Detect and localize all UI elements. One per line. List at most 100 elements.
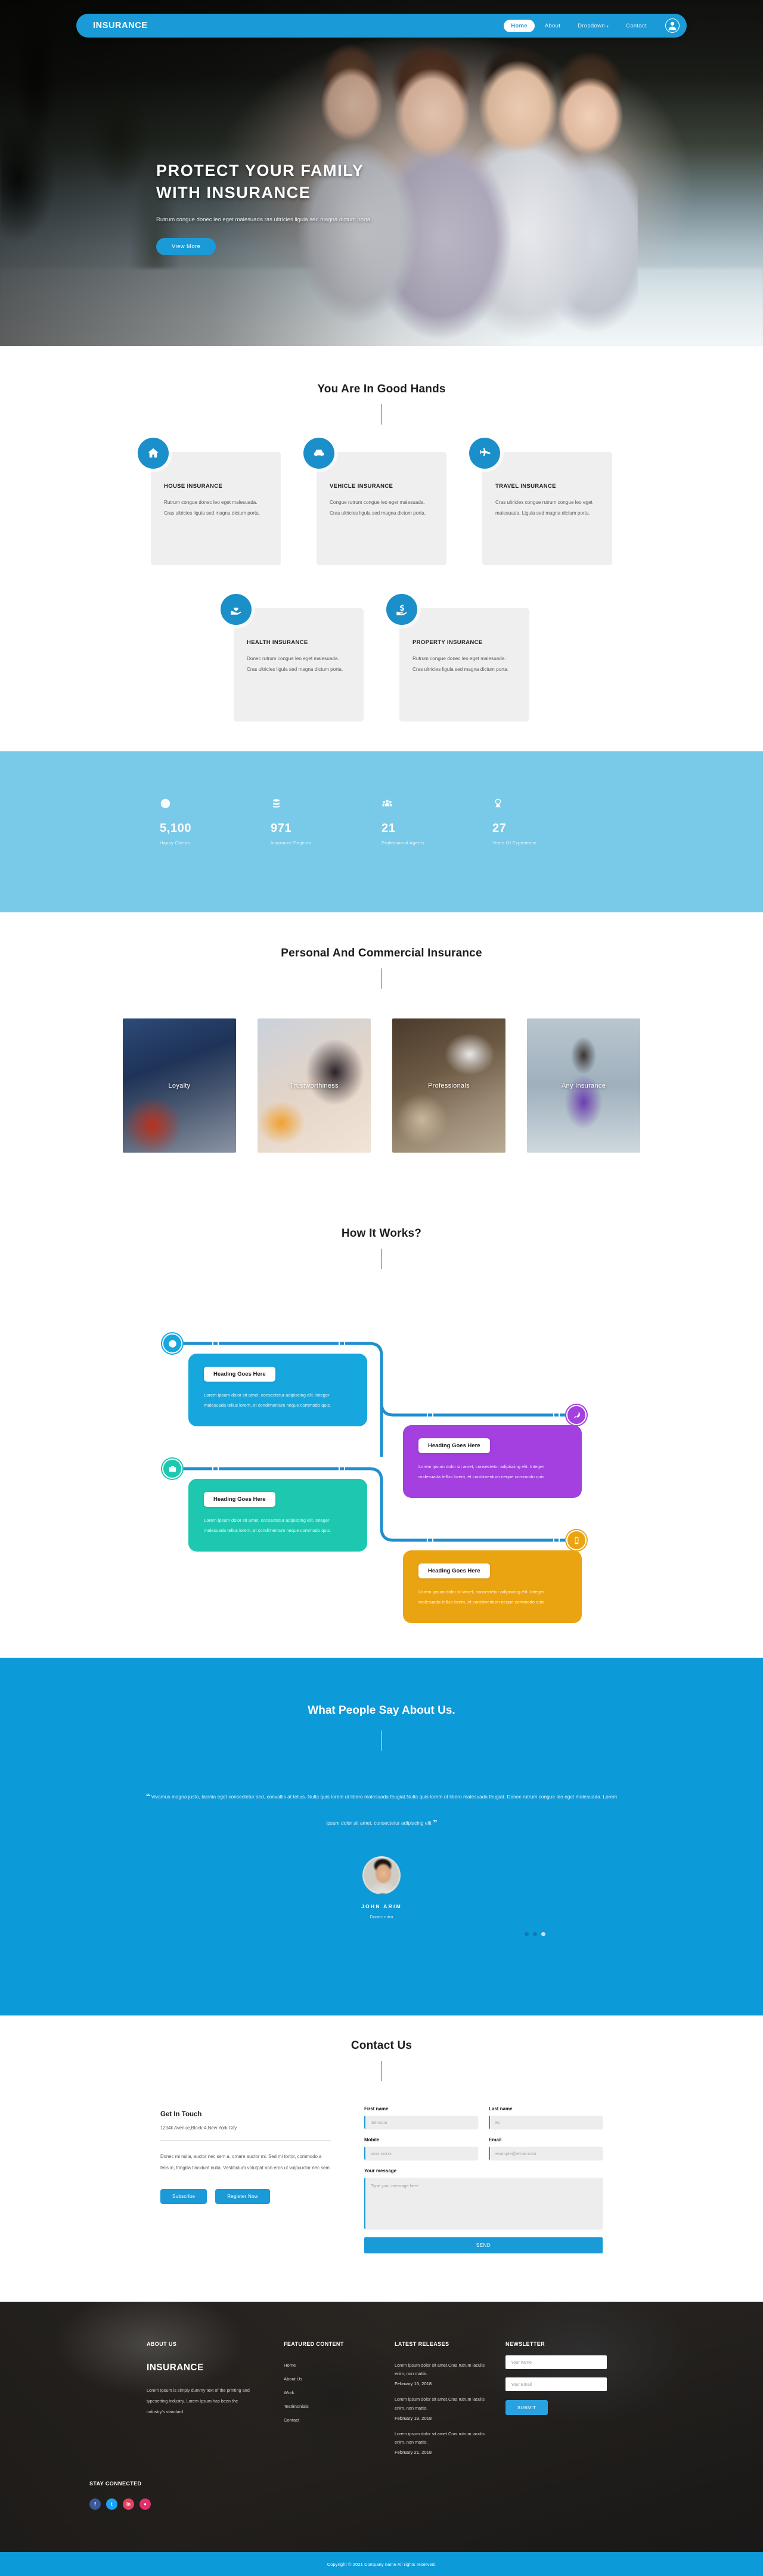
newsletter-name-input[interactable]: Your name — [505, 2355, 607, 2369]
brand-logo[interactable]: INSURANCE — [93, 21, 148, 30]
footer-newsletter-heading: NEWSLETTER — [505, 2341, 545, 2347]
footer-link-home[interactable]: Home — [284, 2363, 395, 2368]
facebook-icon[interactable]: f — [89, 2498, 101, 2510]
testimonial-author: JOHN ARIM — [361, 1903, 402, 1909]
field-message: Your message Type your message here — [364, 2168, 603, 2229]
gallery-heading-block: Personal And Commercial Insurance — [0, 912, 763, 989]
service-card-title: HEALTH INSURANCE — [247, 639, 308, 646]
gallery-item-trustworthiness[interactable]: Trustworthiness — [258, 1018, 371, 1153]
contact-form: First name Johnson Last name Kc Mobile x… — [364, 2106, 603, 2253]
pagination-dot[interactable] — [525, 1932, 529, 1936]
nav-dropdown-label: Dropdown — [578, 22, 605, 29]
gallery-item-label: Trustworthiness — [290, 1082, 339, 1089]
footer-link-work[interactable]: Work — [284, 2390, 395, 2395]
gallery-item-label: Any Insurance — [561, 1082, 606, 1089]
timeline-node-mobile[interactable] — [566, 1530, 587, 1550]
last-name-input[interactable]: Kc — [489, 2116, 603, 2129]
timeline-node-globe[interactable] — [162, 1333, 182, 1354]
close-quote-icon: ” — [433, 1818, 437, 1828]
timeline-card-4[interactable]: Heading Goes Here Lorem ipsum dolor sit … — [403, 1550, 582, 1623]
database-icon — [272, 799, 280, 808]
footer-about-heading: ABOUT US — [147, 2341, 177, 2347]
nav-item-about[interactable]: About — [538, 20, 567, 32]
gallery-item-loyalty[interactable]: Loyalty — [123, 1018, 236, 1153]
testimonial-pagination[interactable] — [525, 1932, 545, 1936]
release-item[interactable]: Lorem ipsum dolor sit amet.Cras rutrum i… — [395, 2395, 505, 2420]
message-textarea[interactable]: Type your message here — [364, 2178, 603, 2229]
service-card-property[interactable]: PROPERTY INSURANCE Rutrum congue donec l… — [386, 594, 529, 722]
register-now-button[interactable]: Register Now — [215, 2189, 270, 2205]
smiley-icon — [160, 798, 170, 809]
nav-item-contact[interactable]: Contact — [619, 20, 654, 32]
timeline-card-1[interactable]: Heading Goes Here Lorem ipsum dolor sit … — [188, 1354, 367, 1426]
globe-icon — [168, 1339, 176, 1348]
stats-row: 5,100 Happy Clients 971 Insurance Projec… — [0, 751, 763, 846]
footer-link-contact[interactable]: Contact — [284, 2417, 395, 2423]
service-card-health[interactable]: HEALTH INSURANCE Donec rutrum congue leo… — [221, 594, 364, 722]
footer-link-testimonials[interactable]: Testimonials — [284, 2404, 395, 2409]
service-card-text: Rutrum congue donec leo eget malesuada. … — [164, 500, 260, 516]
newsletter-submit-button[interactable]: SUBMIT — [505, 2400, 548, 2415]
contact-heading: Contact Us — [351, 2039, 412, 2052]
last-name-label: Last name — [489, 2106, 513, 2111]
nav-item-home[interactable]: Home — [504, 19, 535, 32]
service-card-travel[interactable]: TRAVEL INSURANCE Cras ultricies congue r… — [469, 438, 612, 565]
mobile-icon — [575, 1537, 578, 1544]
gallery-item-any-insurance[interactable]: Any Insurance — [527, 1018, 640, 1153]
service-card-vehicle[interactable]: VEHICLE INSURANCE Congue rutrum congue l… — [303, 438, 446, 565]
award-icon — [495, 798, 501, 808]
email-input[interactable]: example@email.com — [489, 2147, 603, 2160]
email-label: Email — [489, 2137, 502, 2142]
service-cards-row-2: HEALTH INSURANCE Donec rutrum congue leo… — [0, 594, 763, 722]
footer-about-column: ABOUT US INSURANCE Lorem Ipsum is simply… — [147, 2341, 284, 2464]
pagination-dot-active[interactable] — [541, 1932, 545, 1936]
testimonial-role: Donec rutru — [370, 1914, 393, 1919]
gallery-item-label: Loyalty — [168, 1082, 191, 1089]
view-more-button[interactable]: View More — [156, 238, 216, 256]
send-button[interactable]: SEND — [364, 2237, 603, 2253]
timeline: Heading Goes Here Lorem ipsum dolor sit … — [0, 1293, 763, 1627]
timeline-card-3[interactable]: Heading Goes Here Lorem ipsum dolor sit … — [188, 1479, 367, 1552]
newsletter-email-input[interactable]: Your Email — [505, 2377, 607, 2391]
footer-releases-list: Lorem ipsum dolor sit amet.Cras rutrum i… — [395, 2361, 505, 2455]
footer-link-about-us[interactable]: About Us — [284, 2376, 395, 2382]
hero-subtitle: Rutrum congue donec leo eget malesuada r… — [156, 216, 372, 224]
mobile-input[interactable]: xxxx xxxxx — [364, 2147, 478, 2160]
services-heading: You Are In Good Hands — [317, 383, 446, 395]
gallery-row: Loyalty Trustworthiness Professionals An… — [0, 1018, 763, 1153]
stat-happy-clients: 5,100 Happy Clients — [160, 798, 271, 846]
gallery-item-professionals[interactable]: Professionals — [392, 1018, 505, 1153]
chevron-down-icon: ▾ — [606, 24, 609, 29]
timeline-node-briefcase[interactable] — [162, 1459, 182, 1479]
release-item[interactable]: Lorem ipsum dolor sit amet.Cras rutrum i… — [395, 2430, 505, 2455]
services-section: You Are In Good Hands HOUSE INSURANCE Ru… — [0, 346, 763, 751]
timeline-connectors — [179, 1342, 572, 1542]
timeline-node-rocket[interactable] — [566, 1405, 587, 1425]
stat-number: 27 — [492, 822, 507, 835]
testimonial-line-2: malesuada feugiat.Nulla quis lorem ut li… — [364, 1794, 602, 1800]
twitter-icon[interactable]: t — [106, 2498, 117, 2510]
people-icon — [382, 800, 392, 807]
contact-description: Donec mi nulla, auctor nec sem a, ornare… — [160, 2154, 330, 2171]
timeline-card-2[interactable]: Heading Goes Here Lorem ipsum dolor sit … — [403, 1425, 582, 1498]
first-name-input[interactable]: Johnson — [364, 2116, 478, 2129]
heading-divider — [381, 2061, 382, 2081]
user-account-icon[interactable] — [665, 18, 680, 33]
service-card-house[interactable]: HOUSE INSURANCE Rutrum congue donec leo … — [138, 438, 281, 565]
stat-insurance-projects: 971 Insurance Projects — [271, 798, 382, 846]
hero-text-block: PROTECT YOUR FAMILY WITH INSURANCE Rutru… — [156, 160, 538, 256]
stats-section: 5,100 Happy Clients 971 Insurance Projec… — [0, 751, 763, 912]
timeline-card-heading: Heading Goes Here — [204, 1367, 275, 1382]
nav-item-dropdown[interactable]: Dropdown ▾ — [570, 20, 616, 32]
release-item[interactable]: Lorem ipsum dolor sit amet.Cras rutrum i… — [395, 2361, 505, 2386]
stat-label: Insurance Projects — [271, 840, 311, 846]
linkedin-icon[interactable]: in — [123, 2498, 134, 2510]
instagram-icon[interactable]: ● — [139, 2498, 151, 2510]
pagination-dot[interactable] — [533, 1932, 537, 1936]
service-card-title: HOUSE INSURANCE — [164, 483, 223, 490]
stat-label: Years Of Experience — [492, 840, 537, 846]
footer-featured-links: Home About Us Work Testimonials Contact — [284, 2363, 395, 2423]
timeline-card-text: Lorem ipsum dolor sit amet, consectetur … — [204, 1518, 331, 1534]
subscribe-button[interactable]: Subscribe — [160, 2189, 207, 2205]
nav-menu: Home About Dropdown ▾ Contact — [504, 18, 682, 33]
